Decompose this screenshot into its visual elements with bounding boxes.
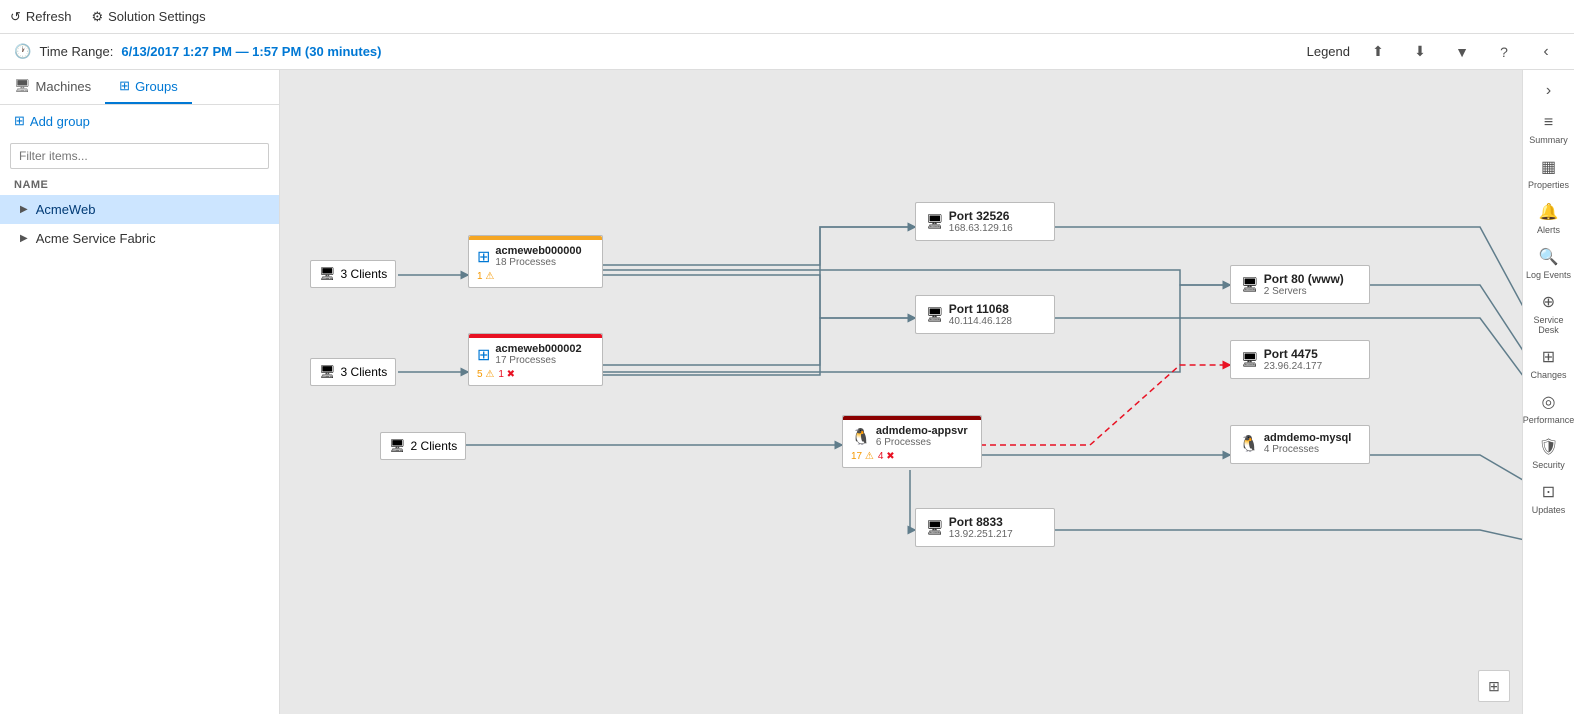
time-range-label: Time Range:: [39, 44, 113, 59]
close-panel-icon[interactable]: ‹: [1532, 38, 1560, 66]
port-icon: 🖥: [1241, 351, 1259, 368]
expand-arrow-icon: ▶: [20, 233, 28, 244]
time-range-value: 6/13/2017 1:27 PM — 1:57 PM (30 minutes): [121, 44, 381, 59]
add-group-icon: ⊞: [14, 113, 25, 129]
collapse-down-icon[interactable]: ⬇: [1406, 38, 1434, 66]
updates-icon: ⊡: [1542, 482, 1555, 502]
linux-icon: 🐧: [1239, 434, 1259, 454]
sidebar-item-summary[interactable]: ≡ Summary: [1523, 108, 1574, 149]
expand-arrow-icon: ▶: [20, 204, 28, 215]
clock-icon: 🕐: [14, 43, 31, 60]
port-node-4475[interactable]: 🖥 Port 4475 23.96.24.177: [1230, 340, 1370, 379]
client-icon: 🖥: [319, 364, 336, 380]
port-node-32526[interactable]: 🖥 Port 32526 168.63.129.16: [915, 202, 1055, 241]
tab-groups[interactable]: ⊞ Groups: [105, 70, 192, 104]
badge-error: 4 ✖: [878, 451, 895, 462]
windows-icon: ⊞: [477, 247, 490, 267]
filter-input[interactable]: [10, 143, 269, 169]
machines-icon: 🖥: [14, 78, 31, 94]
badge-warning: 1 ⚠: [477, 271, 494, 282]
refresh-icon: ↺: [10, 9, 21, 25]
legend-button[interactable]: Legend: [1307, 44, 1350, 59]
port-icon: 🖥: [926, 306, 944, 323]
map-area[interactable]: 🖥 3 Clients 🖥 3 Clients 🖥 2 Clients ⊞ ac…: [280, 70, 1522, 714]
tab-machines[interactable]: 🖥 Machines: [0, 70, 105, 104]
server-title: acmeweb000000: [495, 245, 581, 257]
sidebar-item-changes[interactable]: ⊞ Changes: [1523, 341, 1574, 384]
port-node-11068[interactable]: 🖥 Port 11068 40.114.46.128: [915, 295, 1055, 334]
client-label: 3 Clients: [341, 267, 388, 281]
sidebar-collapse-button[interactable]: ›: [1529, 74, 1569, 106]
sidebar-item-acme-service-fabric[interactable]: ▶ Acme Service Fabric: [0, 224, 279, 253]
server-title: acmeweb000002: [495, 343, 581, 355]
groups-icon: ⊞: [119, 78, 130, 94]
badge-error: 1 ✖: [498, 369, 515, 380]
sidebar-item-service-desk[interactable]: ⊕ Service Desk: [1523, 286, 1574, 339]
windows-icon: ⊞: [477, 345, 490, 365]
collapse-up-icon[interactable]: ⬆: [1364, 38, 1392, 66]
list-header: NAME: [0, 175, 279, 195]
server-title: admdemo-appsvr: [876, 425, 968, 437]
client-node-1[interactable]: 🖥 3 Clients: [310, 260, 396, 288]
log-events-icon: 🔍: [1539, 247, 1559, 267]
solution-settings-button[interactable]: ⚙ Solution Settings: [91, 9, 205, 25]
left-sidebar: 🖥 Machines ⊞ Groups ⊞ Add group NAME ▶ A…: [0, 70, 280, 714]
client-label: 2 Clients: [411, 439, 458, 453]
client-icon: 🖥: [319, 266, 336, 282]
port-icon: 🖥: [1241, 276, 1259, 293]
collapse-icon: ›: [1546, 82, 1551, 100]
sidebar-item-alerts[interactable]: 🔔 Alerts: [1523, 196, 1574, 239]
client-node-2[interactable]: 🖥 3 Clients: [310, 358, 396, 386]
time-bar: 🕐 Time Range: 6/13/2017 1:27 PM — 1:57 P…: [0, 34, 1574, 70]
port-node-80[interactable]: 🖥 Port 80 (www) 2 Servers: [1230, 265, 1370, 304]
changes-icon: ⊞: [1542, 347, 1555, 367]
add-group-button[interactable]: ⊞ Add group: [0, 105, 279, 137]
service-desk-icon: ⊕: [1542, 292, 1555, 312]
connections-svg: [280, 70, 1522, 714]
tabs-row: 🖥 Machines ⊞ Groups: [0, 70, 279, 105]
server-node-acmeweb000002[interactable]: ⊞ acmeweb000002 17 Processes 5 ⚠ 1 ✖: [468, 333, 603, 386]
client-icon: 🖥: [389, 438, 406, 454]
sidebar-item-properties[interactable]: ▦ Properties: [1523, 151, 1574, 194]
server-node-admdemo-mysql[interactable]: 🐧 admdemo-mysql 4 Processes: [1230, 425, 1370, 464]
port-node-8833[interactable]: 🖥 Port 8833 13.92.251.217: [915, 508, 1055, 547]
filter-icon[interactable]: ▼: [1448, 38, 1476, 66]
client-label: 3 Clients: [341, 365, 388, 379]
server-node-acmeweb000000[interactable]: ⊞ acmeweb000000 18 Processes 1 ⚠: [468, 235, 603, 288]
right-sidebar: › ≡ Summary ▦ Properties 🔔 Alerts 🔍 Log …: [1522, 70, 1574, 714]
badge-warning: 5 ⚠: [477, 369, 494, 380]
top-toolbar: ↺ Refresh ⚙ Solution Settings: [0, 0, 1574, 34]
refresh-button[interactable]: ↺ Refresh: [10, 9, 71, 25]
properties-icon: ▦: [1541, 157, 1556, 177]
main-layout: 🖥 Machines ⊞ Groups ⊞ Add group NAME ▶ A…: [0, 70, 1574, 714]
sidebar-item-log-events[interactable]: 🔍 Log Events: [1523, 241, 1574, 284]
help-icon[interactable]: ?: [1490, 38, 1518, 66]
server-title: admdemo-mysql: [1264, 432, 1351, 444]
badge-warning: 17 ⚠: [851, 451, 874, 462]
sidebar-item-security[interactable]: 🛡 Security: [1523, 431, 1574, 474]
fit-view-button[interactable]: ⊞: [1478, 670, 1510, 702]
sidebar-item-acmeweb[interactable]: ▶ AcmeWeb: [0, 195, 279, 224]
sidebar-item-performance[interactable]: ◎ Performance: [1523, 386, 1574, 429]
security-icon: 🛡: [1538, 437, 1558, 457]
port-icon: 🖥: [926, 519, 944, 536]
performance-icon: ◎: [1542, 392, 1556, 412]
port-icon: 🖥: [926, 213, 944, 230]
server-node-admdemo-appsvr[interactable]: 🐧 admdemo-appsvr 6 Processes 17 ⚠ 4 ✖: [842, 415, 982, 468]
alerts-icon: 🔔: [1539, 202, 1559, 222]
client-node-3[interactable]: 🖥 2 Clients: [380, 432, 466, 460]
settings-icon: ⚙: [91, 9, 103, 25]
linux-icon: 🐧: [851, 427, 871, 447]
summary-icon: ≡: [1544, 114, 1553, 132]
sidebar-item-updates[interactable]: ⊡ Updates: [1523, 476, 1574, 519]
